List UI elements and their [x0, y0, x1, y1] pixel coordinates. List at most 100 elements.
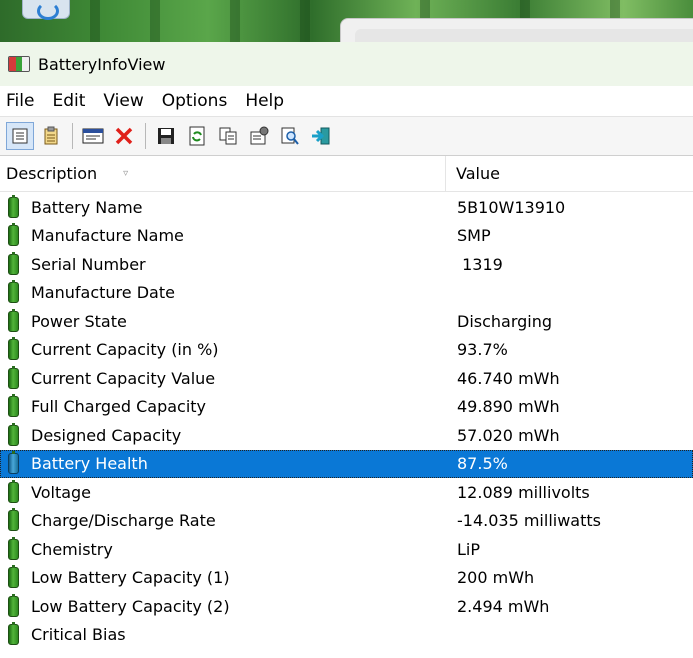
list-item-description: Full Charged Capacity — [0, 394, 446, 418]
list-item-label: Power State — [31, 311, 127, 331]
list-item-value: -14.035 milliwatts — [457, 511, 601, 531]
list-item[interactable]: Serial Number 1319 — [0, 250, 693, 279]
list-item-value: LiP — [457, 539, 481, 559]
delete-button[interactable] — [110, 122, 138, 150]
list-item[interactable]: Current Capacity Value 46.740 mWh — [0, 364, 693, 393]
list-item-description: Manufacture Name — [0, 223, 446, 247]
copy-icon — [219, 127, 237, 145]
battery-icon — [8, 308, 19, 332]
battery-icon — [8, 223, 19, 247]
save-icon — [158, 128, 174, 144]
menu-options[interactable]: Options — [162, 91, 238, 111]
list-item-label: Battery Name — [31, 197, 143, 217]
battery-icon — [8, 479, 19, 503]
menu-file[interactable]: File — [6, 91, 44, 111]
toolbar-separator — [145, 123, 146, 149]
find-button[interactable] — [276, 122, 304, 150]
find-icon — [281, 127, 299, 145]
battery-icon — [8, 194, 19, 218]
list-item-description: Battery Health — [0, 451, 446, 475]
list-item-description: Current Capacity (in %) — [0, 337, 446, 361]
list-item-value: 49.890 mWh — [457, 397, 560, 417]
list-item[interactable]: Low Battery Capacity (1) 200 mWh — [0, 564, 693, 593]
list-item-description: Voltage — [0, 479, 446, 503]
list-item-description: Manufacture Date — [0, 280, 446, 304]
battery-info-list: Battery Name 5B10W13910 Manufacture Name SM… — [0, 192, 693, 649]
list-item[interactable]: Low Battery Capacity (2) 2.494 mWh — [0, 592, 693, 621]
battery-icon — [8, 337, 19, 361]
list-item[interactable]: Manufacture Date — [0, 279, 693, 308]
app-icon — [8, 56, 30, 72]
battery-icon — [8, 280, 19, 304]
column-header-description[interactable]: Description ▿ — [0, 156, 446, 191]
save-button[interactable] — [152, 122, 180, 150]
list-item-label: Current Capacity (in %) — [31, 340, 219, 360]
list-item-description: Low Battery Capacity (1) — [0, 565, 446, 589]
list-item-value: Discharging — [457, 311, 553, 331]
recycle-bin-icon[interactable] — [22, 0, 70, 20]
battery-icon — [8, 451, 19, 475]
battery-icon — [8, 508, 19, 532]
battery-icon — [8, 536, 19, 560]
battery-icon — [8, 593, 19, 617]
list-item-value: 2.494 mWh — [457, 596, 550, 616]
toolbar — [0, 116, 693, 156]
refresh-button[interactable] — [183, 122, 211, 150]
sort-ascending-icon: ▿ — [123, 168, 129, 179]
toolbar-separator — [72, 123, 73, 149]
copy-button[interactable] — [214, 122, 242, 150]
exit-button[interactable] — [307, 122, 335, 150]
column-header-description-label: Description — [6, 164, 98, 183]
list-item[interactable]: Battery Name 5B10W13910 — [0, 193, 693, 222]
list-item-value: 200 mWh — [457, 568, 535, 588]
column-header-value[interactable]: Value — [446, 164, 500, 183]
list-item-description: Current Capacity Value — [0, 365, 446, 389]
desktop-wallpaper — [0, 0, 693, 42]
list-item-label: Manufacture Name — [31, 226, 184, 246]
list-item[interactable]: Power State Discharging — [0, 307, 693, 336]
view-list-button[interactable] — [6, 122, 34, 150]
exit-icon — [312, 127, 330, 145]
list-header: Description ▿ Value — [0, 156, 693, 192]
battery-icon — [8, 394, 19, 418]
view-list-icon — [12, 128, 28, 144]
list-item-description: Serial Number — [0, 251, 446, 275]
background-window[interactable] — [340, 18, 693, 42]
list-item-label: Manufacture Date — [31, 283, 175, 303]
battery-icon — [8, 365, 19, 389]
properties-button[interactable] — [245, 122, 273, 150]
list-item-value: 57.020 mWh — [457, 425, 560, 445]
list-item[interactable]: Current Capacity (in %) 93.7% — [0, 336, 693, 365]
list-item-label: Charge/Discharge Rate — [31, 511, 216, 531]
list-item-label: Battery Health — [31, 454, 148, 474]
list-item-label: Designed Capacity — [31, 425, 182, 445]
list-item[interactable]: Critical Bias — [0, 621, 693, 650]
properties-window-button[interactable] — [79, 122, 107, 150]
list-item-description: Low Battery Capacity (2) — [0, 593, 446, 617]
list-item-value: 1319 — [457, 254, 503, 274]
menu-help[interactable]: Help — [245, 91, 294, 111]
properties-icon — [250, 126, 269, 145]
list-item[interactable]: Designed Capacity 57.020 mWh — [0, 421, 693, 450]
menu-view[interactable]: View — [103, 91, 153, 111]
list-item-value: SMP — [457, 226, 491, 246]
battery-icon — [8, 251, 19, 275]
list-item[interactable]: Chemistry LiP — [0, 535, 693, 564]
list-item-value: 12.089 millivolts — [457, 482, 590, 502]
list-item[interactable]: Voltage 12.089 millivolts — [0, 478, 693, 507]
list-item[interactable]: Manufacture Name SMP — [0, 222, 693, 251]
view-details-button[interactable] — [37, 122, 65, 150]
list-item-label: Voltage — [31, 482, 92, 502]
list-item-description: Chemistry — [0, 536, 446, 560]
menu-edit[interactable]: Edit — [52, 91, 95, 111]
battery-icon — [8, 565, 19, 589]
list-item[interactable]: Battery Health 87.5% — [0, 449, 693, 478]
list-item-label: Full Charged Capacity — [31, 397, 207, 417]
list-item[interactable]: Full Charged Capacity 49.890 mWh — [0, 393, 693, 422]
list-item[interactable]: Charge/Discharge Rate -14.035 milliwatts — [0, 507, 693, 536]
list-item-value: 5B10W13910 — [457, 197, 566, 217]
list-item-description: Charge/Discharge Rate — [0, 508, 446, 532]
list-item-label: Low Battery Capacity (1) — [31, 568, 230, 588]
list-item-value: 46.740 mWh — [457, 368, 560, 388]
title-bar[interactable]: BatteryInfoView — [0, 42, 693, 86]
